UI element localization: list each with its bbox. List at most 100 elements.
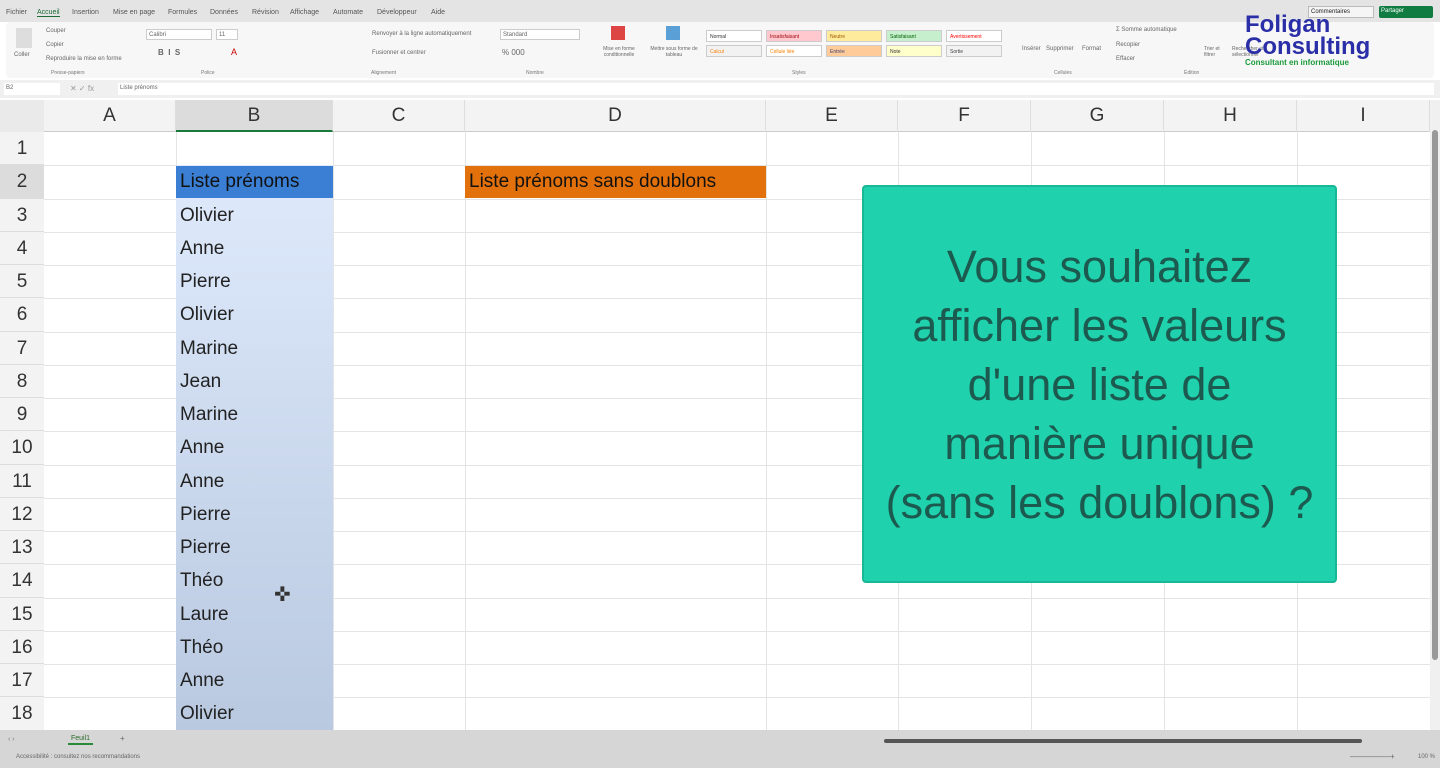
cell-b2[interactable]: Liste prénoms [176, 166, 333, 198]
column-header-E[interactable]: E [766, 100, 898, 132]
row-header-17[interactable]: 17 [0, 664, 44, 698]
percent-icon[interactable]: % 000 [502, 48, 525, 57]
conditional-format-button[interactable]: Mise en forme conditionnelle [594, 46, 644, 58]
menu-tab-7[interactable]: Affichage [290, 9, 319, 16]
cell-b8[interactable]: Jean [180, 365, 221, 398]
row-header-12[interactable]: 12 [0, 497, 44, 531]
row-header-8[interactable]: 8 [0, 364, 44, 398]
fill-button[interactable]: Recopier [1116, 42, 1140, 48]
cell-style-4[interactable]: Avertissement [946, 30, 1002, 42]
autosum-button[interactable]: Σ Somme automatique [1116, 27, 1177, 33]
paste-icon[interactable] [16, 28, 32, 48]
column-header-G[interactable]: G [1031, 100, 1164, 132]
merge-center-button[interactable]: Fusionner et centrer [372, 50, 426, 56]
row-header-18[interactable]: 18 [0, 697, 44, 731]
cell-b18[interactable]: Olivier [180, 697, 234, 730]
share-button[interactable]: Partager [1379, 6, 1433, 18]
menu-tab-6[interactable]: Révision [252, 9, 279, 16]
cell-style-6[interactable]: Cellule liée [766, 45, 822, 57]
row-header-10[interactable]: 10 [0, 431, 44, 465]
horizontal-scrollbar[interactable] [884, 739, 1362, 743]
row-header-14[interactable]: 14 [0, 564, 44, 598]
row-header-13[interactable]: 13 [0, 531, 44, 565]
cell-b5[interactable]: Pierre [180, 265, 231, 298]
row-header-3[interactable]: 3 [0, 198, 44, 232]
menu-tab-0[interactable]: Fichier [6, 9, 27, 16]
column-header-F[interactable]: F [898, 100, 1031, 132]
row-header-5[interactable]: 5 [0, 265, 44, 299]
cell-b17[interactable]: Anne [180, 664, 224, 697]
row-header-1[interactable]: 1 [0, 132, 44, 166]
row-header-16[interactable]: 16 [0, 630, 44, 664]
clear-button[interactable]: Effacer [1116, 56, 1135, 62]
row-header-15[interactable]: 15 [0, 597, 44, 631]
column-header-H[interactable]: H [1164, 100, 1297, 132]
delete-cells-button[interactable]: Supprimer [1046, 46, 1074, 52]
column-header-D[interactable]: D [465, 100, 766, 132]
wrap-text-button[interactable]: Renvoyer à la ligne automatiquement [372, 31, 471, 37]
menu-tab-5[interactable]: Données [210, 9, 238, 16]
insert-cells-button[interactable]: Insérer [1022, 46, 1041, 52]
row-header-7[interactable]: 7 [0, 331, 44, 365]
sheet-nav-arrows[interactable]: ‹ › [8, 736, 15, 743]
row-header-6[interactable]: 6 [0, 298, 44, 332]
menu-tab-2[interactable]: Insertion [72, 9, 99, 16]
cell-b13[interactable]: Pierre [180, 531, 231, 564]
copy-button[interactable]: Copier [46, 42, 64, 48]
cell-b11[interactable]: Anne [180, 465, 224, 498]
column-header-I[interactable]: I [1297, 100, 1430, 132]
font-color-icon[interactable]: A [231, 47, 237, 57]
number-format-select[interactable]: Standard [500, 29, 580, 40]
formula-input[interactable]: Liste prénoms [118, 83, 1434, 95]
cell-style-3[interactable]: Satisfaisant [886, 30, 942, 42]
menu-tab-9[interactable]: Développeur [377, 9, 417, 16]
column-header-A[interactable]: A [44, 100, 176, 132]
cell-b4[interactable]: Anne [180, 232, 224, 265]
cell-style-9[interactable]: Sortie [946, 45, 1002, 57]
row-header-9[interactable]: 9 [0, 398, 44, 432]
format-painter-button[interactable]: Reproduire la mise en forme [46, 56, 122, 62]
cell-b10[interactable]: Anne [180, 431, 224, 464]
row-header-11[interactable]: 11 [0, 464, 44, 498]
paste-button[interactable]: Coller [14, 52, 30, 58]
cell-style-1[interactable]: Insatisfaisant [766, 30, 822, 42]
conditional-format-icon[interactable] [611, 26, 625, 40]
sheet-tab-feuil1[interactable]: Feuil1 [68, 734, 94, 745]
cell-b12[interactable]: Pierre [180, 498, 231, 531]
zoom-slider[interactable]: —————+ [1350, 752, 1395, 761]
cell-d2[interactable]: Liste prénoms sans doublons [465, 166, 766, 198]
zoom-level[interactable]: 100 % [1418, 754, 1435, 760]
cut-button[interactable]: Couper [46, 28, 66, 34]
column-header-C[interactable]: C [333, 100, 465, 132]
bold-button[interactable]: B I S [158, 48, 180, 57]
format-cells-button[interactable]: Format [1082, 46, 1101, 52]
menu-tab-10[interactable]: Aide [431, 9, 445, 16]
menu-tab-1[interactable]: Accueil [37, 9, 60, 17]
fx-icon[interactable]: ✕ ✓ fx [70, 84, 94, 93]
menu-tab-8[interactable]: Automate [333, 9, 363, 16]
accessibility-status[interactable]: Accessibilité : consultez nos recommanda… [16, 754, 140, 760]
cell-b7[interactable]: Marine [180, 332, 238, 365]
cell-b16[interactable]: Théo [180, 631, 223, 664]
sort-filter-button[interactable]: Trier et filtrer [1204, 46, 1230, 58]
cell-style-5[interactable]: Calcul [706, 45, 762, 57]
column-header-B[interactable]: B [176, 100, 333, 132]
font-name-select[interactable]: Calibri [146, 29, 212, 40]
cell-style-7[interactable]: Entrée [826, 45, 882, 57]
select-all-button[interactable] [0, 100, 44, 132]
format-table-button[interactable]: Mettre sous forme de tableau [646, 46, 702, 58]
cell-style-2[interactable]: Neutre [826, 30, 882, 42]
cell-style-0[interactable]: Normal [706, 30, 762, 42]
row-header-4[interactable]: 4 [0, 231, 44, 265]
vertical-scrollbar[interactable] [1430, 100, 1440, 730]
name-box[interactable]: B2 [4, 83, 60, 95]
cell-style-8[interactable]: Note [886, 45, 942, 57]
add-sheet-button[interactable]: + [120, 734, 125, 743]
cell-b14[interactable]: Théo [180, 564, 223, 597]
cell-b15[interactable]: Laure [180, 598, 229, 631]
menu-tab-4[interactable]: Formules [168, 9, 197, 16]
cell-b6[interactable]: Olivier [180, 298, 234, 331]
row-header-2[interactable]: 2 [0, 165, 44, 199]
font-size-select[interactable]: 11 [216, 29, 238, 40]
format-table-icon[interactable] [666, 26, 680, 40]
